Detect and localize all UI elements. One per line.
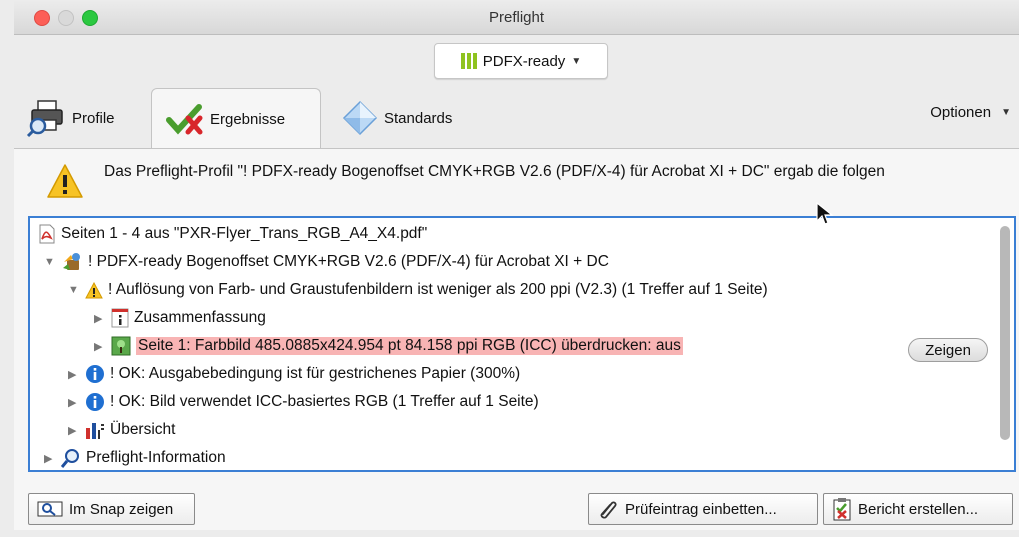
disclosure-expanded-icon[interactable]: ▼ (44, 256, 56, 268)
options-menu-label: Optionen (930, 104, 992, 121)
create-report-button[interactable]: Bericht erstellen... (823, 493, 1013, 525)
image-icon (111, 336, 131, 356)
embed-check-entry-button[interactable]: Prüfeintrag einbetten... (588, 493, 818, 525)
tab-standards[interactable]: Standards (342, 88, 452, 148)
preflight-window: Preflight PDFX-ready ▼ Profile Ergebniss… (0, 0, 1019, 537)
disclosure-collapsed-icon[interactable]: ▶ (68, 396, 80, 409)
report-icon (832, 497, 852, 521)
tree-row-check-resolution[interactable]: ▼ ! Auflösung von Farb- und Graustufenbi… (68, 277, 768, 303)
info-icon (85, 392, 105, 412)
check-cross-icon (166, 103, 204, 136)
profile-selector[interactable]: PDFX-ready ▼ (434, 43, 608, 79)
info-icon (85, 364, 105, 384)
chevron-down-icon: ▼ (1001, 107, 1011, 118)
tree-row-label: ! OK: Ausgabebedingung ist für gestriche… (110, 365, 521, 382)
disclosure-collapsed-icon[interactable]: ▶ (68, 424, 80, 437)
results-tree[interactable]: Seiten 1 - 4 aus "PXR-Flyer_Trans_RGB_A4… (28, 216, 1016, 472)
show-button[interactable]: Zeigen (908, 338, 988, 362)
tree-row-label: Seite 1: Farbbild 485.0885x424.954 pt 84… (136, 337, 683, 355)
tab-results-label: Ergebnisse (210, 111, 286, 128)
disclosure-collapsed-icon[interactable]: ▶ (94, 312, 106, 325)
tree-row-label: Seiten 1 - 4 aus "PXR-Flyer_Trans_RGB_A4… (61, 225, 428, 242)
tree-row-label: Übersicht (110, 421, 176, 438)
create-report-label: Bericht erstellen... (858, 500, 979, 518)
tree-row-label: ! OK: Bild verwendet ICC-basiertes RGB (… (110, 393, 539, 410)
tree-row-preflight-info[interactable]: ▶ Preflight-Information (44, 445, 226, 470)
tree-row-ok-icc[interactable]: ▶ ! OK: Bild verwendet ICC-basiertes RGB… (68, 389, 539, 415)
summary-message: Das Preflight-Profil "! PDFX-ready Bogen… (104, 163, 885, 180)
profile-selector-label: PDFX-ready (482, 52, 566, 70)
paperclip-icon (597, 498, 619, 520)
options-menu[interactable]: Optionen ▼ (930, 104, 1011, 121)
diamond-icon (342, 100, 378, 136)
embed-check-entry-label: Prüfeintrag einbetten... (625, 500, 777, 518)
tree-row-ok-output-condition[interactable]: ▶ ! OK: Ausgabebedingung ist für gestric… (68, 361, 520, 387)
tree-row-document[interactable]: Seiten 1 - 4 aus "PXR-Flyer_Trans_RGB_A4… (38, 221, 427, 247)
tree-row-label: Preflight-Information (86, 449, 226, 466)
title-bar: Preflight (14, 0, 1019, 35)
chevron-down-icon: ▼ (571, 55, 582, 67)
tree-row-overview[interactable]: ▶ Übersicht (68, 417, 175, 443)
tree-row-label: Zusammenfassung (134, 309, 266, 326)
tree-scrollbar[interactable] (1000, 226, 1010, 440)
pdfx-ready-logo-icon (460, 53, 477, 69)
chart-icon (85, 420, 105, 440)
tab-profile-label: Profile (72, 109, 115, 127)
pdf-icon (38, 224, 56, 244)
info-sheet-icon (111, 308, 129, 328)
profile-icon (61, 252, 83, 272)
tree-row-profile[interactable]: ▼ ! PDFX-ready Bogenoffset CMYK+RGB V2.6… (44, 249, 609, 275)
show-in-snap-button[interactable]: Im Snap zeigen (28, 493, 195, 525)
tree-row-label: ! Auflösung von Farb- und Graustufenbild… (108, 281, 768, 298)
summary-row: Das Preflight-Profil "! PDFX-ready Bogen… (28, 149, 1019, 217)
tab-profile[interactable]: Profile (26, 88, 115, 148)
tab-standards-label: Standards (384, 109, 453, 127)
disclosure-collapsed-icon[interactable]: ▶ (94, 340, 106, 353)
window-title: Preflight (488, 9, 545, 26)
disclosure-collapsed-icon[interactable]: ▶ (68, 368, 80, 381)
tab-bar: Profile Ergebnisse Standards Optionen ▼ (14, 88, 1019, 150)
tree-row-image-hit[interactable]: ▶ Seite 1: Farbbild 485.0885x424.954 pt … (94, 333, 683, 359)
magnifier-icon (61, 448, 81, 468)
disclosure-expanded-icon[interactable]: ▼ (68, 284, 80, 296)
tab-results[interactable]: Ergebnisse (151, 88, 321, 150)
mouse-cursor-icon (815, 202, 835, 226)
show-in-snap-label: Im Snap zeigen (69, 500, 174, 518)
warning-icon (46, 163, 84, 199)
disclosure-collapsed-icon[interactable]: ▶ (44, 452, 56, 465)
warning-icon (85, 281, 103, 299)
tree-row-label: ! PDFX-ready Bogenoffset CMYK+RGB V2.6 (… (88, 253, 609, 270)
magnifier-icon (37, 501, 63, 517)
printer-magnifier-icon (26, 98, 66, 138)
tree-row-summary[interactable]: ▶ Zusammenfassung (94, 305, 266, 331)
